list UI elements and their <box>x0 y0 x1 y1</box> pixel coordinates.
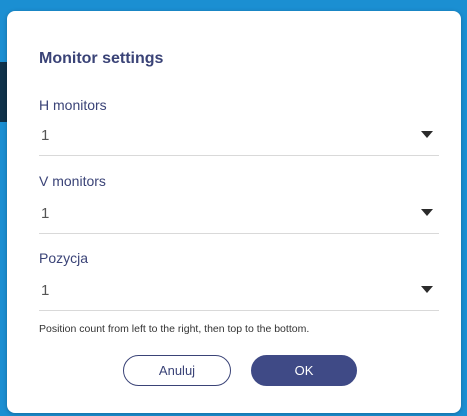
dialog-title: Monitor settings <box>39 50 164 67</box>
v-monitors-select[interactable]: 1 <box>39 194 439 234</box>
h-monitors-select[interactable]: 1 <box>39 116 439 156</box>
position-select[interactable]: 1 <box>39 271 439 311</box>
dropdown-arrow-icon <box>421 131 433 138</box>
position-hint-text: Position count from left to the right, t… <box>39 323 310 335</box>
position-value: 1 <box>41 282 50 299</box>
monitor-settings-dialog: Monitor settings H monitors 1 V monitors… <box>7 11 461 413</box>
h-monitors-value: 1 <box>41 127 50 144</box>
dropdown-arrow-icon <box>421 209 433 216</box>
v-monitors-label: V monitors <box>39 173 106 189</box>
v-monitors-value: 1 <box>41 205 50 222</box>
dropdown-arrow-icon <box>421 286 433 293</box>
ok-button[interactable]: OK <box>251 355 357 386</box>
cancel-button[interactable]: Anuluj <box>123 355 231 386</box>
h-monitors-label: H monitors <box>39 97 107 113</box>
position-label: Pozycja <box>39 250 89 266</box>
